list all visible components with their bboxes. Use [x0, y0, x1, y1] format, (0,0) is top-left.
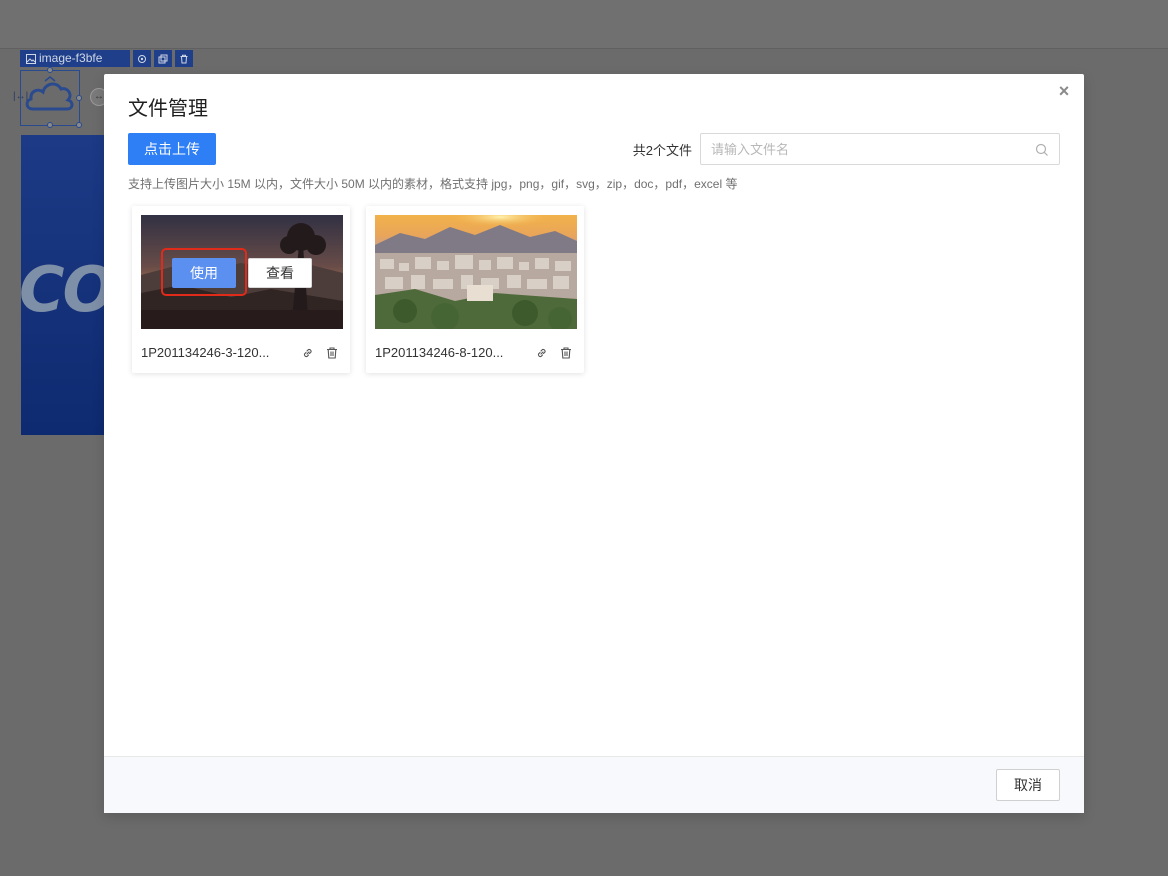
selected-image-element[interactable] — [20, 67, 82, 128]
file-count: 共2个文件 — [632, 143, 692, 158]
search-box — [700, 133, 1060, 165]
file-thumbnail[interactable] — [375, 215, 577, 329]
copy-icon — [158, 54, 168, 63]
image-icon — [26, 53, 36, 64]
use-button[interactable]: 使用 — [172, 258, 236, 288]
upload-hint: 支持上传图片大小 15M 以内，文件大小 50M 以内的素材，格式支持 jpg，… — [128, 177, 738, 191]
search-input[interactable] — [701, 134, 1059, 164]
modal-footer: 取消 — [104, 756, 1084, 813]
upload-button[interactable]: 点击上传 — [128, 133, 216, 165]
cloud-logo-icon — [25, 76, 74, 111]
width-indicator-icon: |↔| — [13, 91, 29, 102]
delete-icon — [180, 54, 188, 63]
delete-element-button[interactable] — [175, 50, 193, 67]
search-icon[interactable] — [1035, 143, 1049, 157]
link-icon[interactable] — [535, 346, 549, 360]
element-name: image-f3bfe — [39, 51, 103, 65]
trash-icon[interactable] — [325, 346, 339, 360]
view-button[interactable]: 查看 — [248, 258, 312, 288]
settings-icon — [138, 54, 146, 63]
cancel-button[interactable]: 取消 — [996, 769, 1060, 801]
close-icon[interactable]: × — [1056, 82, 1072, 100]
resize-handle-right[interactable] — [76, 95, 82, 101]
trash-icon[interactable] — [559, 346, 573, 360]
resize-handle-bottom[interactable] — [47, 122, 53, 128]
file-name: 1P201134246-8-120... — [375, 345, 504, 360]
file-manager-modal: 文件管理 × 点击上传 共2个文件 支持上传图片大小 15M 以内，文件大小 5… — [104, 74, 1084, 813]
city-sunset-image — [375, 215, 577, 329]
copy-button[interactable] — [154, 50, 172, 67]
settings-button[interactable] — [133, 50, 151, 67]
resize-handle-top[interactable] — [47, 67, 53, 73]
modal-title: 文件管理 — [128, 98, 208, 120]
link-icon[interactable] — [301, 346, 315, 360]
element-name-tag[interactable]: image-f3bfe — [20, 50, 130, 67]
banner-image: COV — [21, 135, 105, 435]
file-name: 1P201134246-3-120... — [141, 345, 270, 360]
resize-handle-bottom-right[interactable] — [76, 122, 82, 128]
editor-top-bar — [0, 0, 1168, 49]
file-card[interactable]: 1P201134246-8-120... — [366, 206, 584, 373]
banner-decorative-text: COV — [21, 253, 105, 326]
file-thumbnail[interactable]: 使用 查看 — [141, 215, 343, 329]
file-card[interactable]: 使用 查看 1P201134246-3-120... — [132, 206, 350, 373]
element-toolbar: image-f3bfe — [20, 50, 193, 67]
